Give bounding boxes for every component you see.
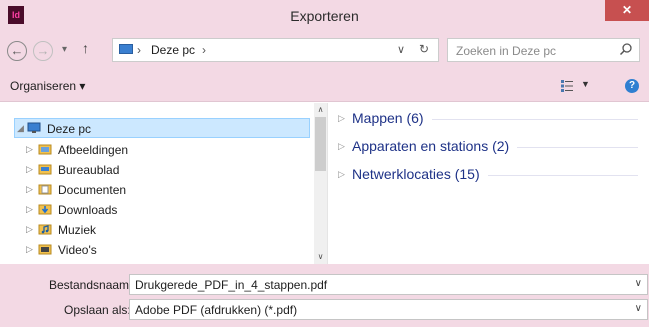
collapsed-arrow-icon[interactable]: ▷	[26, 144, 33, 155]
address-bar[interactable]: › Deze pc › ∨ ↻	[112, 38, 439, 62]
savetype-value: Adobe PDF (afdrukken) (*.pdf)	[135, 303, 298, 317]
organise-menu-button[interactable]: Organiseren ▾	[10, 79, 85, 93]
group-expand-arrow-icon[interactable]: ▷	[338, 169, 345, 180]
scroll-down-button[interactable]: ∨	[314, 250, 327, 264]
up-button[interactable]: ↑	[82, 40, 89, 56]
tree-item-bureaublad[interactable]: ▷ Bureaublad	[14, 160, 310, 180]
tree-item-label: Bureaublad	[58, 163, 120, 177]
documents-folder-icon	[38, 184, 52, 195]
group-header-netwerklocaties[interactable]: ▷ Netwerklocaties (15)	[338, 165, 638, 185]
breadcrumb-separator: ›	[137, 43, 141, 57]
tree-item-muziek[interactable]: ▷ Muziek	[14, 220, 310, 240]
recent-locations-button[interactable]: ▾	[62, 44, 67, 55]
tree-item-label: Deze pc	[47, 122, 92, 136]
search-icon[interactable]	[619, 42, 633, 56]
breadcrumb-item-deze-pc[interactable]: Deze pc	[151, 43, 195, 57]
collapsed-arrow-icon[interactable]: ▷	[26, 244, 33, 255]
savetype-dropdown-button[interactable]: ∨	[635, 303, 642, 314]
scroll-thumb[interactable]	[315, 117, 326, 171]
music-folder-icon	[38, 224, 52, 235]
breadcrumb-separator-end[interactable]: ›	[202, 43, 206, 57]
expanded-arrow-icon[interactable]: ◢	[17, 123, 24, 134]
help-icon[interactable]: ?	[625, 79, 639, 93]
collapsed-arrow-icon[interactable]: ▷	[26, 224, 33, 235]
tree-item-label: Afbeeldingen	[58, 143, 129, 157]
tree-item-afbeeldingen[interactable]: ▷ Afbeeldingen	[14, 140, 310, 160]
tree-item-label: Video's	[58, 243, 97, 257]
back-button[interactable]: ←	[7, 41, 27, 61]
window-title: Exporteren	[290, 8, 359, 24]
tree-scrollbar[interactable]: ∧ ∨	[314, 103, 327, 264]
view-options-icon[interactable]	[560, 79, 574, 93]
scroll-up-button[interactable]: ∧	[314, 103, 327, 117]
navigation-pane: ◢ Deze pc ▷ Afbeeldingen ▷ Bureaublad ▷ …	[0, 103, 314, 264]
pc-icon	[119, 44, 135, 56]
view-options-dropdown[interactable]: ▼	[581, 79, 590, 89]
group-expand-arrow-icon[interactable]: ▷	[338, 141, 345, 152]
close-button[interactable]: ✕	[605, 0, 649, 21]
filename-value: Drukgerede_PDF_in_4_stappen.pdf	[135, 278, 328, 292]
save-options-panel: Bestandsnaam: Drukgerede_PDF_in_4_stappe…	[0, 264, 649, 327]
collapsed-arrow-icon[interactable]: ▷	[26, 164, 33, 175]
tree-item-label: Muziek	[58, 223, 97, 237]
address-dropdown-button[interactable]: ∨	[397, 43, 405, 56]
content-pane: ▷ Mappen (6) ▷ Apparaten en stations (2)…	[327, 103, 649, 264]
tree-item-label: Documenten	[58, 183, 127, 197]
tree-item-videos[interactable]: ▷ Video's	[14, 240, 310, 260]
group-label[interactable]: Netwerklocaties (15)	[352, 166, 488, 182]
filename-dropdown-button[interactable]: ∨	[635, 278, 642, 289]
group-label[interactable]: Apparaten en stations (2)	[352, 138, 518, 154]
tree-item-documenten[interactable]: ▷ Documenten	[14, 180, 310, 200]
title-bar: Id Exporteren ✕	[0, 0, 649, 32]
collapsed-arrow-icon[interactable]: ▷	[26, 204, 33, 215]
group-expand-arrow-icon[interactable]: ▷	[338, 113, 345, 124]
tree-item-downloads[interactable]: ▷ Downloads	[14, 200, 310, 220]
pictures-folder-icon	[38, 144, 52, 155]
savetype-label: Opslaan als:	[64, 303, 131, 317]
filename-label: Bestandsnaam:	[49, 278, 133, 292]
search-placeholder: Zoeken in Deze pc	[456, 44, 557, 58]
navigation-bar: ← → ▾ ↑ › Deze pc › ∨ ↻ Zoeken in Deze p…	[0, 32, 649, 70]
collapsed-arrow-icon[interactable]: ▷	[26, 184, 33, 195]
group-header-apparaten[interactable]: ▷ Apparaten en stations (2)	[338, 137, 638, 157]
forward-button[interactable]: →	[33, 41, 53, 61]
tree-item-deze-pc[interactable]: ◢ Deze pc	[14, 118, 310, 138]
group-label[interactable]: Mappen (6)	[352, 110, 432, 126]
videos-folder-icon	[38, 244, 52, 255]
pc-icon	[27, 122, 41, 133]
tree-item-label: Downloads	[58, 203, 118, 217]
downloads-folder-icon	[38, 204, 52, 215]
savetype-select[interactable]: Adobe PDF (afdrukken) (*.pdf) ∨	[129, 299, 648, 320]
group-header-mappen[interactable]: ▷ Mappen (6)	[338, 109, 638, 129]
refresh-button[interactable]: ↻	[419, 42, 429, 56]
command-bar: Organiseren ▾ ▼ ?	[0, 70, 649, 102]
filename-input[interactable]: Drukgerede_PDF_in_4_stappen.pdf ∨	[129, 274, 648, 295]
search-input[interactable]: Zoeken in Deze pc	[447, 38, 640, 62]
desktop-folder-icon	[38, 164, 52, 175]
